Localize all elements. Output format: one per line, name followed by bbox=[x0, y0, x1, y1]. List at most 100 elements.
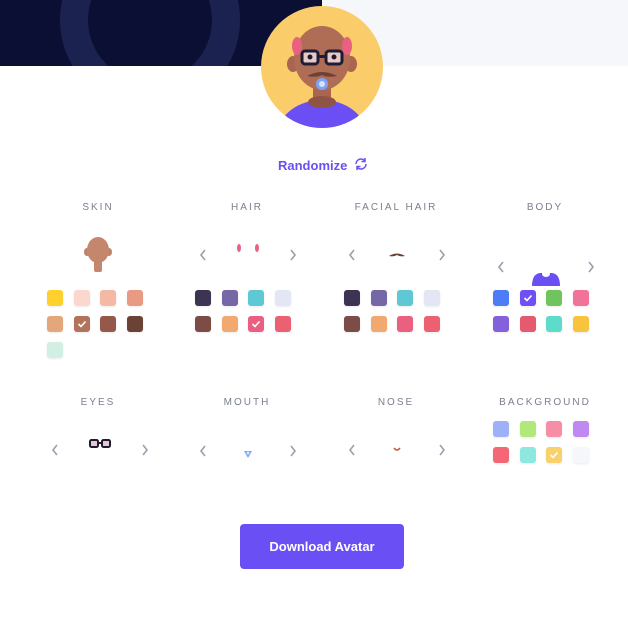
body-color-swatch[interactable] bbox=[546, 290, 562, 306]
skin-color-swatch[interactable] bbox=[73, 316, 90, 332]
hair-picker bbox=[196, 244, 300, 262]
hair-color-swatch[interactable] bbox=[248, 316, 264, 332]
hair-color-swatch[interactable] bbox=[221, 316, 238, 332]
facial-hair-color-swatch[interactable] bbox=[423, 316, 440, 332]
background-color-swatch[interactable] bbox=[546, 421, 562, 437]
check-icon bbox=[77, 320, 86, 328]
hair-color-swatch[interactable] bbox=[221, 290, 238, 306]
hair-label: HAIR bbox=[231, 202, 263, 213]
skin-color-swatch[interactable] bbox=[126, 290, 143, 306]
nose-section: NOSE bbox=[336, 397, 456, 408]
eyes-section: EYES bbox=[38, 397, 158, 408]
body-color-swatch[interactable] bbox=[572, 290, 589, 306]
nose-label: NOSE bbox=[377, 397, 415, 408]
facial-hair-color-swatch[interactable] bbox=[397, 290, 413, 306]
avatar-illustration-icon bbox=[278, 26, 366, 128]
body-color-swatch[interactable] bbox=[546, 316, 562, 332]
hair-option-icon bbox=[237, 244, 259, 252]
glasses-option-icon bbox=[89, 439, 111, 448]
skin-color-swatch[interactable] bbox=[73, 290, 90, 306]
facial-hair-color-swatch[interactable] bbox=[370, 316, 387, 332]
nose-next-arrow[interactable] bbox=[435, 443, 449, 457]
body-option-icon bbox=[532, 271, 560, 286]
skin-color-swatch[interactable] bbox=[47, 342, 63, 358]
body-section: BODY bbox=[485, 202, 605, 213]
skin-head-icon bbox=[84, 237, 112, 272]
background-color-swatch[interactable] bbox=[546, 447, 562, 463]
facial-hair-picker bbox=[345, 248, 449, 262]
background-color-swatch[interactable] bbox=[519, 447, 536, 463]
body-color-swatch[interactable] bbox=[519, 316, 536, 332]
eyes-prev-arrow[interactable] bbox=[48, 443, 62, 457]
background-color-swatch[interactable] bbox=[493, 447, 509, 463]
hair-color-swatch[interactable] bbox=[274, 316, 291, 332]
body-label: BODY bbox=[526, 202, 564, 213]
facial-hair-swatch-grid bbox=[344, 290, 440, 332]
facial-hair-color-swatch[interactable] bbox=[344, 290, 360, 306]
check-icon bbox=[549, 451, 559, 459]
check-icon bbox=[251, 320, 261, 328]
mouth-next-arrow[interactable] bbox=[286, 444, 300, 458]
body-color-swatch[interactable] bbox=[572, 316, 589, 332]
facial-hair-prev-arrow[interactable] bbox=[345, 248, 359, 262]
facial-hair-color-swatch[interactable] bbox=[370, 290, 387, 306]
download-avatar-button[interactable]: Download Avatar bbox=[240, 524, 404, 569]
skin-swatch-grid bbox=[47, 290, 143, 358]
hair-swatch-grid bbox=[195, 290, 291, 332]
mouth-label: MOUTH bbox=[223, 397, 271, 408]
skin-label: SKIN bbox=[82, 202, 114, 213]
nose-option-icon bbox=[393, 447, 401, 451]
background-color-swatch[interactable] bbox=[572, 421, 589, 437]
body-color-swatch[interactable] bbox=[493, 290, 509, 306]
skin-color-swatch[interactable] bbox=[47, 316, 63, 332]
background-color-swatch[interactable] bbox=[493, 421, 509, 437]
randomize-label: Randomize bbox=[278, 157, 348, 173]
background-label: BACKGROUND bbox=[499, 397, 591, 408]
facial-hair-color-swatch[interactable] bbox=[397, 316, 413, 332]
body-picker bbox=[494, 248, 598, 286]
eyes-picker bbox=[48, 439, 152, 457]
facial-hair-label: FACIAL HAIR bbox=[354, 202, 438, 213]
hair-prev-arrow[interactable] bbox=[196, 248, 210, 262]
check-icon bbox=[523, 294, 532, 302]
mouth-picker bbox=[196, 443, 300, 459]
facial-hair-section: FACIAL HAIR bbox=[336, 202, 456, 213]
skin-preview bbox=[84, 236, 112, 279]
skin-color-swatch[interactable] bbox=[47, 290, 63, 306]
facial-hair-color-swatch[interactable] bbox=[344, 316, 360, 332]
mouth-section: MOUTH bbox=[187, 397, 307, 408]
body-color-swatch[interactable] bbox=[519, 290, 536, 306]
hair-color-swatch[interactable] bbox=[274, 290, 291, 306]
facial-hair-next-arrow[interactable] bbox=[435, 248, 449, 262]
eyes-label: EYES bbox=[80, 397, 116, 408]
randomize-button[interactable]: Randomize bbox=[278, 155, 369, 175]
background-swatch-grid bbox=[493, 421, 589, 463]
hair-color-swatch[interactable] bbox=[248, 290, 264, 306]
skin-color-swatch[interactable] bbox=[126, 316, 143, 332]
pacifier-option-icon bbox=[244, 451, 252, 458]
hair-next-arrow[interactable] bbox=[286, 248, 300, 262]
avatar-preview bbox=[261, 6, 383, 128]
hair-color-swatch[interactable] bbox=[195, 316, 211, 332]
background-section: BACKGROUND bbox=[485, 397, 605, 408]
facial-hair-color-swatch[interactable] bbox=[423, 290, 440, 306]
mouth-prev-arrow[interactable] bbox=[196, 444, 210, 458]
body-swatch-grid bbox=[493, 290, 589, 332]
eyes-next-arrow[interactable] bbox=[138, 443, 152, 457]
hair-color-swatch[interactable] bbox=[195, 290, 211, 306]
download-avatar-label: Download Avatar bbox=[269, 539, 375, 554]
skin-section: SKIN bbox=[38, 202, 158, 213]
body-color-swatch[interactable] bbox=[493, 316, 509, 332]
hair-section: HAIR bbox=[187, 202, 307, 213]
nose-prev-arrow[interactable] bbox=[345, 443, 359, 457]
background-color-swatch[interactable] bbox=[572, 447, 589, 463]
body-next-arrow[interactable] bbox=[584, 260, 598, 274]
skin-color-swatch[interactable] bbox=[100, 316, 116, 332]
nose-picker bbox=[345, 443, 449, 457]
background-color-swatch[interactable] bbox=[519, 421, 536, 437]
refresh-icon bbox=[353, 156, 369, 175]
moustache-option-icon bbox=[389, 253, 405, 257]
decorative-swoosh bbox=[60, 0, 240, 66]
body-prev-arrow[interactable] bbox=[494, 260, 508, 274]
skin-color-swatch[interactable] bbox=[100, 290, 116, 306]
